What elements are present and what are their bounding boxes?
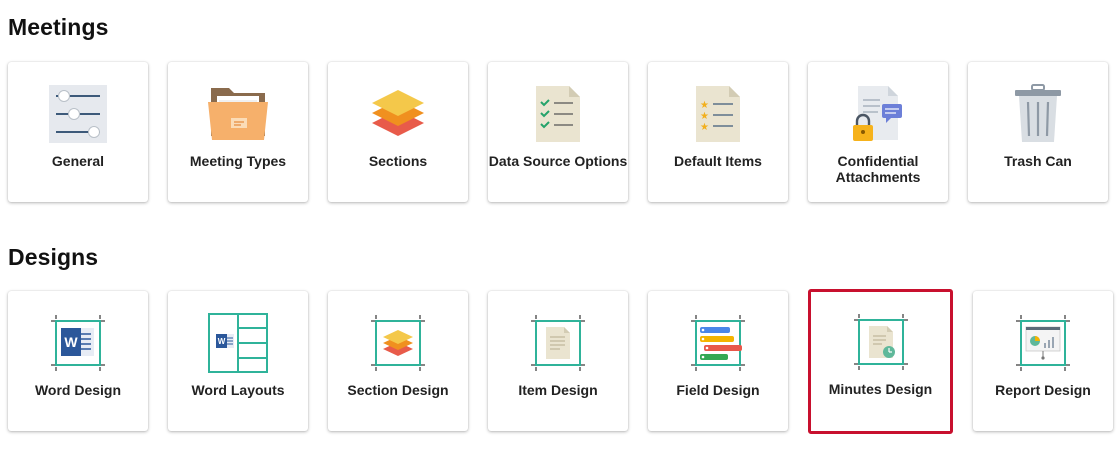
svg-text:★: ★ (700, 100, 709, 111)
tile-label: Word Design (34, 382, 122, 398)
tile-minutes-design[interactable]: Minutes Design (808, 289, 953, 434)
tile-trash-can[interactable]: Trash Can (968, 62, 1108, 202)
tile-word-design[interactable]: W Word Design (8, 291, 148, 431)
tile-sections[interactable]: Sections (328, 62, 468, 202)
tile-label: Trash Can (1004, 153, 1072, 169)
trash-can-icon (1006, 82, 1070, 146)
svg-text:★: ★ (700, 111, 709, 122)
folder-icon (206, 82, 270, 146)
tile-label: Item Design (518, 382, 598, 398)
tile-label: Minutes Design (828, 381, 933, 397)
word-layouts-icon: W (206, 311, 270, 375)
word-design-icon: W (46, 311, 110, 375)
meetings-tile-row: General Meeting Types Sections Data Sour… (8, 62, 1117, 202)
tile-report-design[interactable]: Report Design (973, 291, 1113, 431)
tile-label: General (51, 153, 105, 169)
section-design-icon (366, 311, 430, 375)
tile-label: Word Layouts (191, 382, 285, 398)
tile-label: Section Design (347, 382, 449, 398)
svg-text:W: W (218, 337, 226, 346)
svg-text:★: ★ (700, 122, 709, 133)
tile-label: Meeting Types (189, 153, 287, 169)
tile-label: Data Source Options (488, 153, 628, 169)
tile-data-source-options[interactable]: Data Source Options (488, 62, 628, 202)
tile-meeting-types[interactable]: Meeting Types (168, 62, 308, 202)
tile-word-layouts[interactable]: W Word Layouts (168, 291, 308, 431)
tile-label: Report Design (995, 382, 1091, 398)
tile-confidential-attachments[interactable]: Confidential Attachments (808, 62, 948, 202)
item-design-icon (526, 311, 590, 375)
svg-text:W: W (64, 334, 78, 350)
tile-field-design[interactable]: Field Design (648, 291, 788, 431)
sliders-icon (46, 82, 110, 146)
tile-default-items[interactable]: ★ ★ ★ Default Items (648, 62, 788, 202)
tile-general[interactable]: General (8, 62, 148, 202)
field-design-icon (686, 311, 750, 375)
tile-section-design[interactable]: Section Design (328, 291, 468, 431)
designs-tile-row: W Word Design W Word Layouts Section Des… (8, 289, 1117, 434)
locked-document-icon (846, 82, 910, 146)
tile-item-design[interactable]: Item Design (488, 291, 628, 431)
report-design-icon (1011, 311, 1075, 375)
tile-label: Confidential Attachments (835, 153, 921, 185)
layers-icon (366, 82, 430, 146)
tile-label: Sections (368, 153, 428, 169)
checklist-document-icon (526, 82, 590, 146)
minutes-design-icon (849, 310, 913, 374)
tile-label: Default Items (674, 153, 762, 169)
starred-list-document-icon: ★ ★ ★ (686, 82, 750, 146)
meetings-heading: Meetings (8, 14, 109, 40)
tile-label: Field Design (676, 382, 760, 398)
designs-heading: Designs (8, 244, 99, 270)
